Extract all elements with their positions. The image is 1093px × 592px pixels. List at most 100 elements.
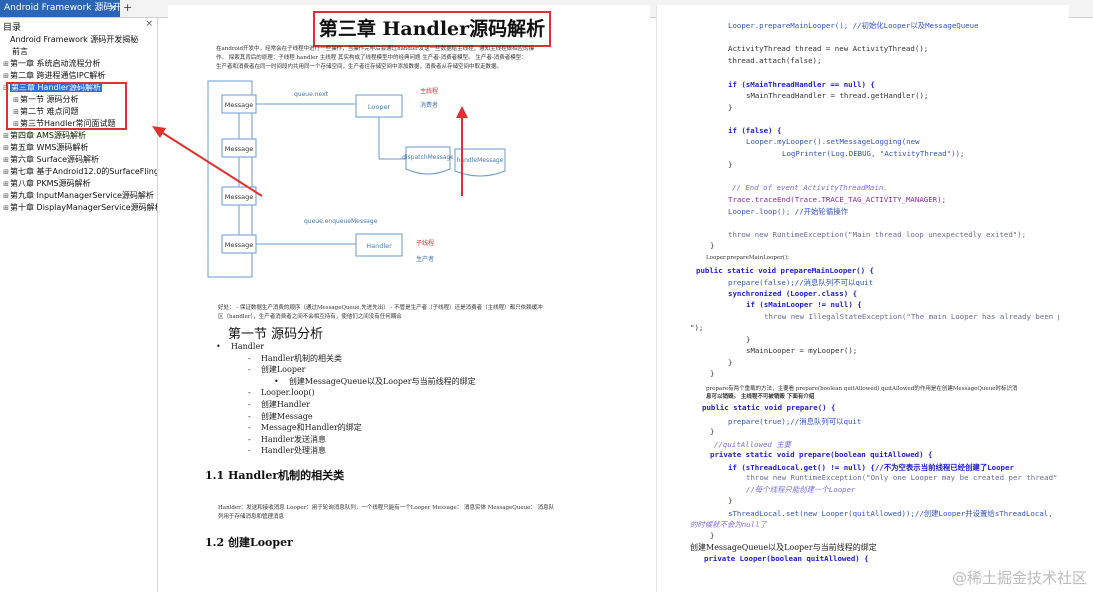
section-heading-messagequeue: 创建MessageQueue以及Looper与当前线程的绑定 — [690, 543, 877, 552]
outline-item: - Looper.loop() — [248, 388, 315, 398]
code-line: } — [710, 241, 715, 250]
main-thread-label: 主线程 — [420, 87, 438, 95]
outline-item: • Handler — [216, 342, 265, 351]
code-line: } — [746, 335, 751, 344]
handle-message-label: handleMessage — [457, 157, 504, 164]
outline-item: - Handler机制的相关类 — [248, 353, 343, 363]
benefit-line-1: 好处： - 保证数据生产消费的顺序（通过MessageQueue,先进先出） -… — [218, 305, 543, 311]
looper-label: Looper — [368, 103, 391, 111]
handler-label: Handler — [366, 242, 392, 250]
code-note: Looper.prepareMainLooper(); — [706, 255, 789, 261]
code-line: throw new RuntimeException("Only one Loo… — [746, 473, 1067, 482]
toc-item-root[interactable]: Android Framework 源码开发揭秘 — [0, 34, 157, 46]
expand-icon[interactable]: ⊞ — [2, 166, 10, 178]
handle-message-shape: handleMessage — [454, 148, 506, 177]
message-label-2: Message — [225, 145, 254, 153]
code-line: sMainThreadHandler = thread.getHandler()… — [746, 91, 929, 100]
code-line: Trace.traceEnd(Trace.TRACE_TAG_ACTIVITY_… — [728, 195, 947, 204]
code-line: LogPrinter(Log.DEBUG, "ActivityThread"))… — [782, 149, 965, 158]
toc-item-preface[interactable]: 前言 — [0, 46, 157, 58]
producer-consumer-diagram: Message Message Message Message Looper q… — [207, 80, 453, 278]
dispatch-message-label: dispatchMessage — [402, 154, 453, 161]
code-line: //quitAllowed 主要 — [714, 440, 792, 449]
code-line: sMainLooper = myLooper(); — [746, 346, 858, 355]
expand-icon[interactable]: ⊞ — [2, 70, 10, 82]
code-line: 的时候就不会为null了 — [690, 520, 767, 529]
expand-icon[interactable]: ⊞ — [2, 178, 10, 190]
code-line: Looper.myLooper().setMessageLogging(new — [746, 137, 920, 146]
code-line: throw new IllegalStateException("The mai… — [764, 312, 1067, 321]
expand-icon[interactable]: ⊞ — [2, 58, 10, 70]
expand-icon[interactable]: ⊞ — [2, 130, 10, 142]
toc-item-ch4[interactable]: ⊞第四章 AMS源码解析 — [0, 130, 157, 142]
code-line: //每个线程只能创建一个Looper — [746, 485, 856, 494]
new-tab-button[interactable]: + — [123, 0, 132, 16]
close-tab-icon[interactable]: × — [109, 0, 117, 17]
code-line: } — [728, 496, 733, 505]
expand-icon[interactable]: ⊞ — [2, 202, 10, 214]
code-line: public static void prepare() { — [702, 403, 836, 412]
section-1-outline: • Handler - Handler机制的相关类 - 创建Looper • 创… — [216, 341, 616, 457]
code-line: private Looper(boolean quitAllowed) { — [704, 554, 869, 563]
code-line: public static void prepareMainLooper() { — [696, 266, 874, 275]
code-line: "); — [690, 323, 704, 332]
code-line: if (sMainThreadHandler == null) { — [728, 80, 875, 89]
code-line: if (false) { — [728, 126, 782, 135]
subsection-1-1-text-1: Hanlder：发送和接收消息 Looper：用于轮询消息队列，一个线程只能有一… — [218, 505, 555, 511]
toc-item-ch10[interactable]: ⊞第十章 DisplayManagerService源码解析 — [0, 202, 157, 214]
section-1-heading: 第一节 源码分析 — [228, 327, 324, 342]
outline-item: - Message和Handler的绑定 — [248, 423, 362, 433]
code-line: } — [710, 427, 715, 436]
code-line: synchronized (Looper.class) { — [728, 289, 858, 298]
child-thread-label: 子线程 — [416, 239, 434, 247]
code-line: if (sThreadLocal.get() != null) {//不为空表示… — [728, 463, 1014, 472]
outline-item: - Handler发送消息 — [248, 434, 327, 444]
subsection-1-2-heading: 1.2 创建Looper — [205, 536, 293, 549]
code-line: } — [728, 160, 733, 169]
close-sidebar-icon[interactable]: × — [145, 19, 153, 29]
vertical-scrollbar[interactable] — [1059, 18, 1067, 592]
toc-header: 目录 — [3, 23, 22, 33]
code-line: prepare(true);//消息队列可以quit — [728, 417, 862, 426]
code-line: sThreadLocal.set(new Looper(quitAllowed)… — [728, 509, 1053, 518]
toc-item-ch2[interactable]: ⊞第二章 跨进程通信IPC解析 — [0, 70, 157, 82]
producer-label: 生产者 — [416, 255, 434, 263]
code-line: ActivityThread thread = new ActivityThre… — [728, 44, 929, 53]
document-tab-title: Android Framework 源码开发 — [4, 3, 120, 13]
benefit-line-2: 区（handler），生产者消费者之间不会相互持有，使他们之间没有任何耦合 — [218, 314, 402, 320]
expand-icon[interactable]: ⊞ — [2, 154, 10, 166]
subsection-1-1-text-2: 列用于存储消息和管理消息 — [218, 514, 285, 520]
code-line: } — [728, 103, 733, 112]
code-line: thread.attach(false); — [728, 56, 822, 65]
watermark: @稀土掘金技术社区 — [951, 569, 1087, 587]
document-tab[interactable]: Android Framework 源码开发 × — [0, 0, 120, 17]
code-line: // End of event ActivityThreadMain. — [732, 183, 888, 192]
expand-icon[interactable]: ⊞ — [2, 190, 10, 202]
toc-item-ch9[interactable]: ⊞第九章 InputManagerService源码解析 — [0, 190, 157, 202]
code-line: } — [710, 531, 715, 540]
toc-item-ch7[interactable]: ⊞第七章 基于Android12.0的SurfaceFlinger源 — [0, 166, 157, 178]
code-line: } — [710, 369, 715, 378]
code-line: } — [728, 358, 733, 367]
intro-line-2: 作。 探索其背后的原理：子线程 handler 主线程 其实构成了线程模型中的经… — [216, 55, 527, 61]
highlight-box-toc — [6, 82, 127, 130]
toc-item-ch5[interactable]: ⊞第五章 WMS源码解析 — [0, 142, 157, 154]
code-note: 息可以销毁。 主线程不可被销毁 下面有介绍 — [706, 394, 815, 400]
outline-item: - 创建Handler — [248, 399, 311, 409]
toc-item-ch6[interactable]: ⊞第六章 Surface源码解析 — [0, 154, 157, 166]
code-note: prepare有两个重载的方法，主要看 prepare(boolean quit… — [706, 386, 1018, 392]
message-label-4: Message — [225, 241, 254, 249]
intro-line-3: 生产者和消费者在同一时间段内共用同一个存储空间，生产者往存储空间中添加数据，消费… — [216, 64, 503, 70]
chapter-title: 第三章 Handler源码解析 — [313, 11, 551, 47]
message-label-1: Message — [225, 101, 254, 109]
intro-line-1: 在android开发中，经常会在子线程中进行一些操作，当操作完毕后会通过hand… — [216, 46, 535, 52]
queue-next-label: queue.next — [294, 91, 329, 98]
code-line: Looper.loop(); //开始轮循操作 — [728, 207, 848, 216]
code-line: private static void prepare(boolean quit… — [710, 450, 933, 459]
outline-item: - 创建Looper — [248, 365, 306, 375]
toc-item-ch1[interactable]: ⊞第一章 系统启动流程分析 — [0, 58, 157, 70]
toc-item-ch8[interactable]: ⊞第八章 PKMS源码解析 — [0, 178, 157, 190]
code-line: Looper.prepareMainLooper(); //初始化Looper以… — [728, 21, 979, 30]
outline-item: • 创建MessageQueue以及Looper与当前线程的绑定 — [274, 376, 476, 386]
expand-icon[interactable]: ⊞ — [2, 142, 10, 154]
